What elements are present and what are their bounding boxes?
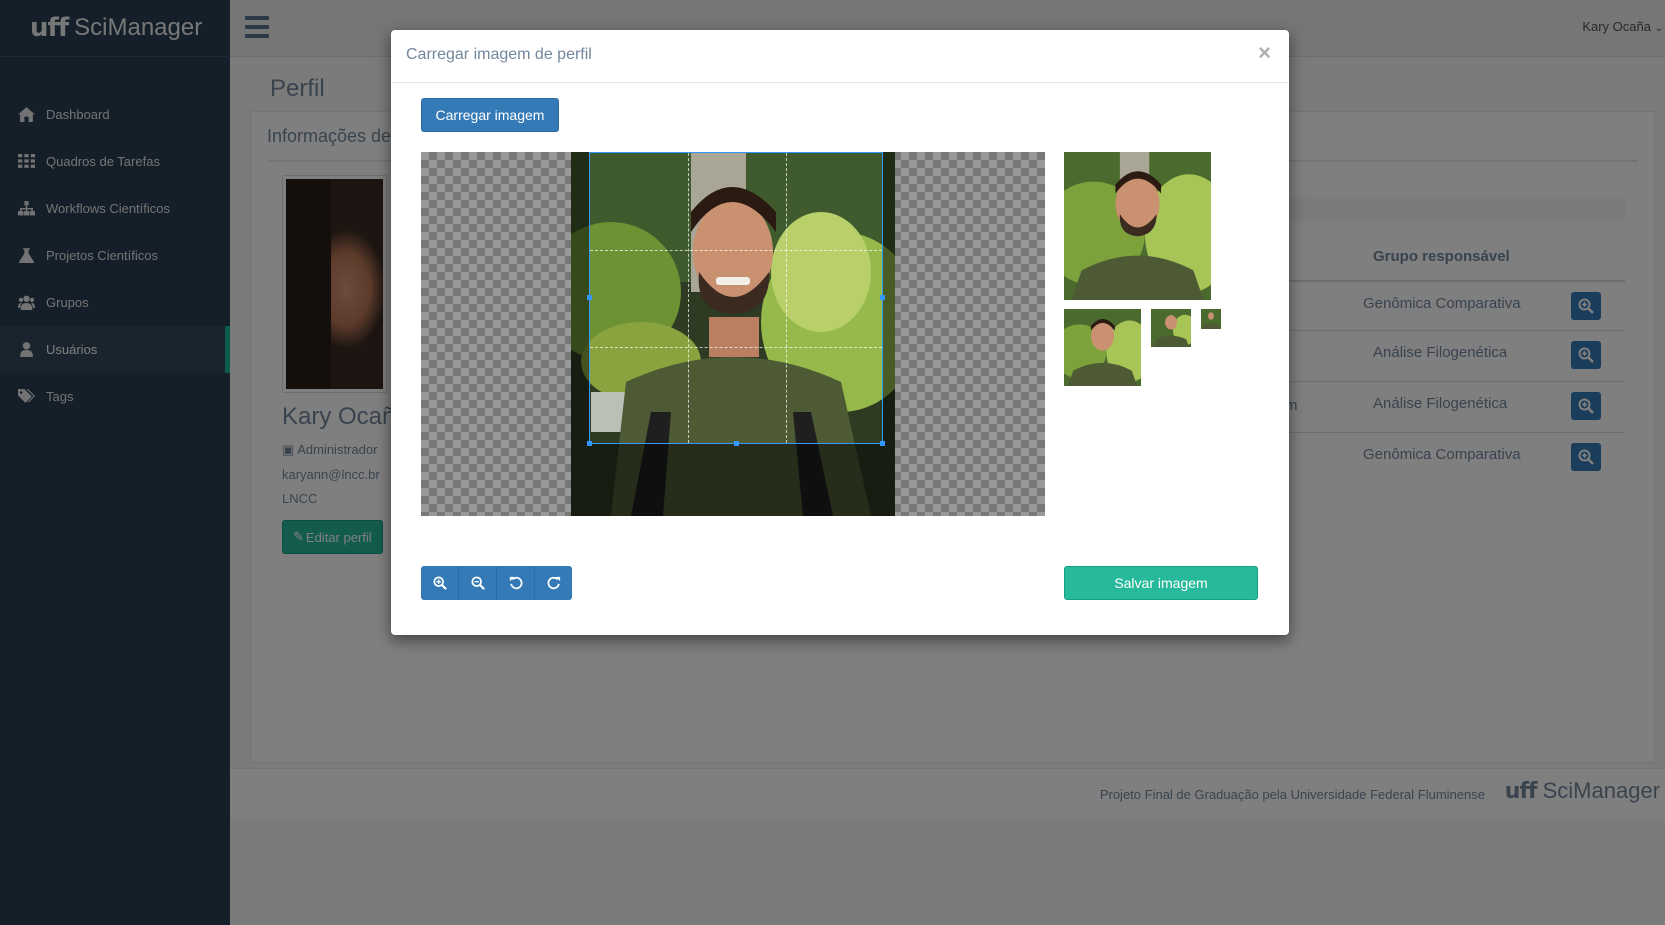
rotate-right-button[interactable] [535,566,572,600]
preview-large [1064,152,1211,300]
upload-image-button[interactable]: Carregar imagem [421,98,559,132]
rotate-right-icon [547,576,560,590]
resize-handle[interactable] [587,441,592,446]
crop-selection-box[interactable] [587,152,885,446]
preview-tiny [1201,309,1221,329]
upload-image-modal: Carregar imagem de perfil × Carregar ima… [391,30,1289,635]
preview-small [1151,309,1191,347]
resize-handle[interactable] [587,295,592,300]
save-image-button[interactable]: Salvar imagem [1064,566,1258,600]
zoom-out-icon [470,576,485,590]
rotate-left-icon [509,576,522,590]
preview-medium [1064,309,1141,386]
resize-handle[interactable] [880,295,885,300]
crop-toolbar [421,566,572,600]
zoom-in-icon [432,576,447,590]
zoom-in-button[interactable] [421,566,459,600]
crop-canvas[interactable] [421,152,1045,516]
modal-title: Carregar imagem de perfil [406,46,592,63]
resize-handle[interactable] [734,441,739,446]
crop-mask [571,444,895,516]
modal-header: Carregar imagem de perfil × [391,30,1289,83]
zoom-out-button[interactable] [459,566,497,600]
close-icon[interactable]: × [1258,42,1271,64]
rotate-left-button[interactable] [497,566,535,600]
resize-handle[interactable] [880,441,885,446]
